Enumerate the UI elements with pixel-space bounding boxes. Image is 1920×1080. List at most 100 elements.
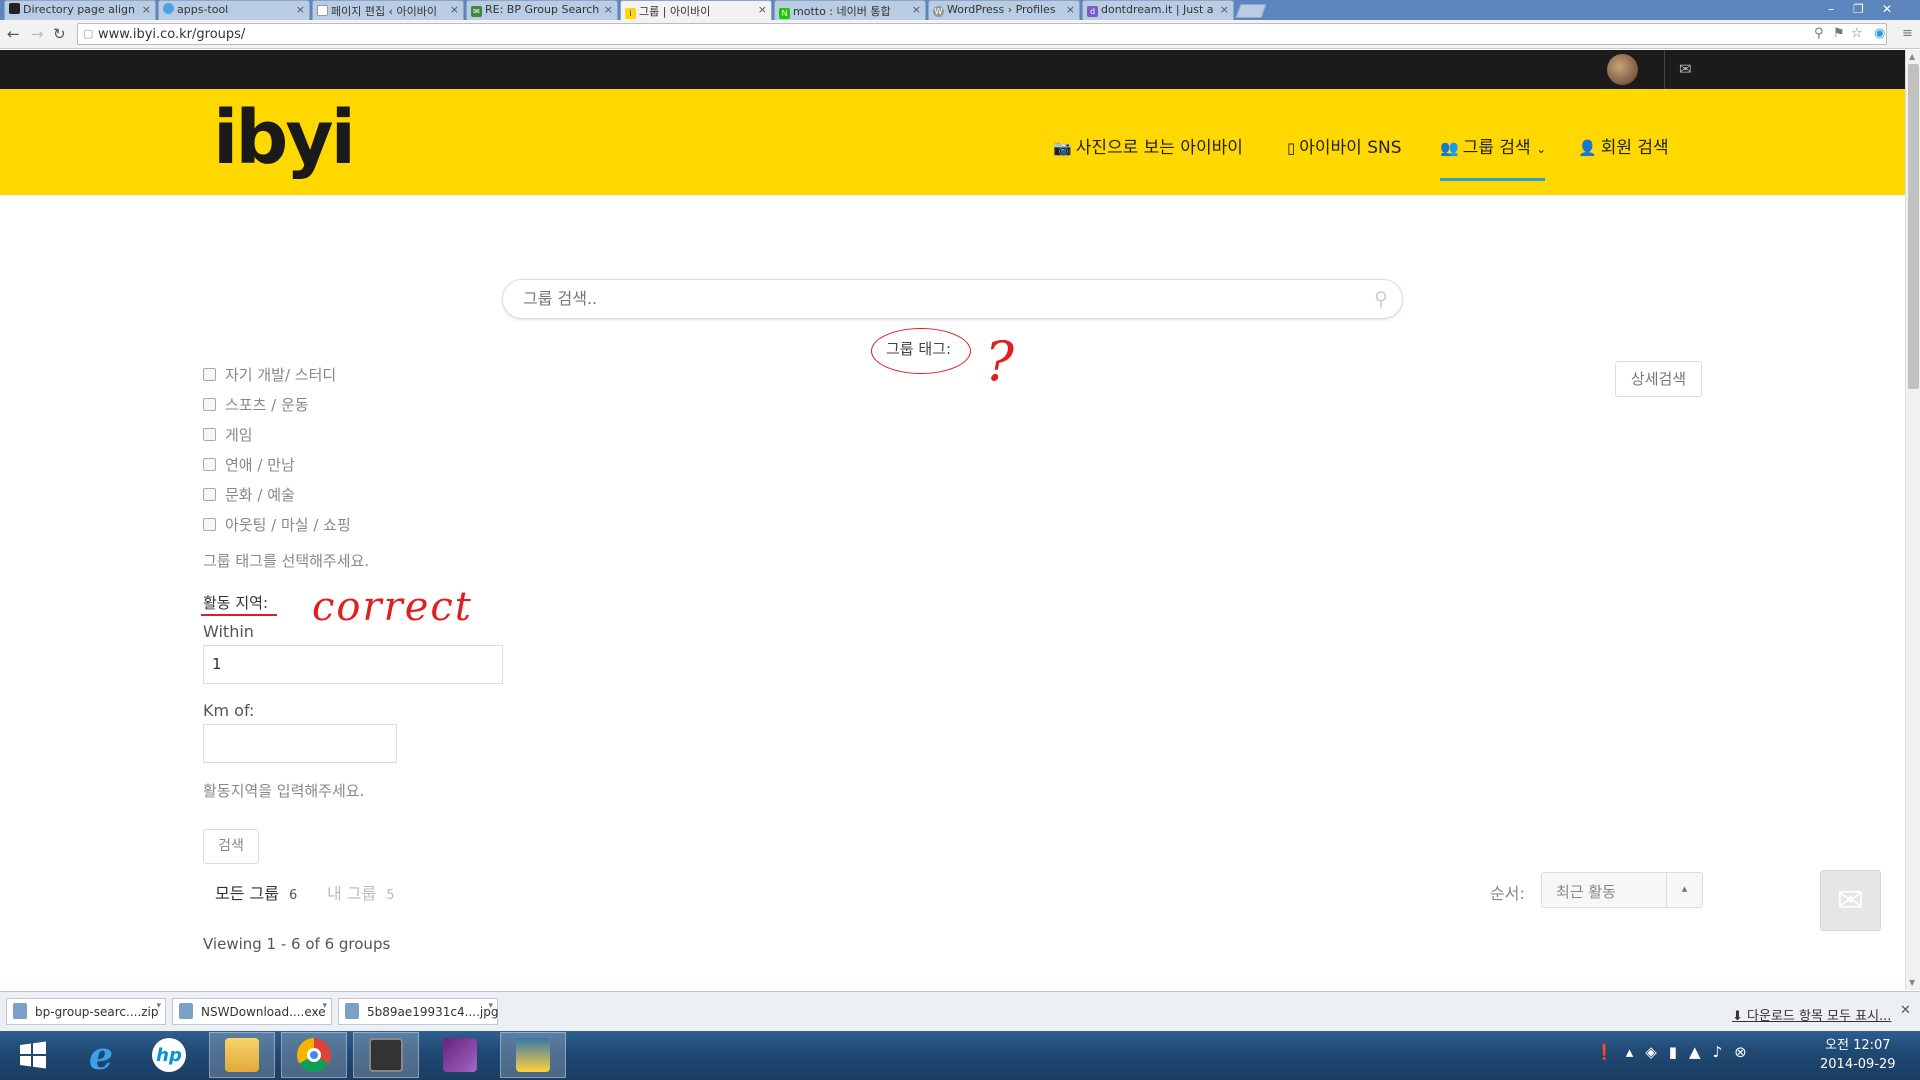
results-count: Viewing 1 - 6 of 6 groups [203,935,391,953]
active-nav-indicator [1440,178,1545,181]
close-icon[interactable]: × [142,3,151,16]
browser-tab-active[interactable]: i 그룹 | 아이바이 × [620,0,772,20]
internet-explorer-icon[interactable]: e [68,1032,134,1078]
close-icon[interactable]: × [296,3,305,16]
tag-checkbox[interactable]: 문화 / 예술 [203,484,295,505]
wordpress-icon: W [933,6,944,17]
nav-photos[interactable]: 📷 사진으로 보는 아이바이 [1053,133,1243,158]
within-label: Within [203,622,254,641]
close-icon[interactable]: ⊗ [1734,1043,1759,1061]
star-icon[interactable]: ☆ [1851,26,1863,41]
checkbox[interactable] [203,398,216,411]
browser-tab[interactable]: apps-tool × [158,0,310,20]
close-icon[interactable]: × [912,3,921,16]
floating-mail-button[interactable]: ✉ [1820,870,1881,931]
hp-icon[interactable]: hp [136,1032,202,1078]
close-window-icon[interactable]: ✕ [1882,2,1892,16]
menu-icon[interactable]: ≡ [1902,26,1913,41]
shield-icon[interactable]: ◈ [1645,1043,1669,1061]
checkbox[interactable] [203,518,216,531]
download-item[interactable]: bp-group-searc....zip ▾ [6,998,166,1025]
browser-tab-strip: Directory page align × apps-tool × 페이지 편집 … [0,0,1920,20]
download-item[interactable]: NSWDownload....exe ▾ [172,998,332,1025]
scroll-up-icon[interactable]: ▲ [1909,52,1915,61]
chevron-up-icon[interactable]: ▴ [1626,1043,1646,1061]
restore-icon[interactable]: ❐ [1853,2,1864,16]
download-icon: ⬇ [1732,1009,1748,1024]
chevron-down-icon[interactable]: ▾ [156,1001,161,1011]
search-icon[interactable]: ⚲ [1374,288,1388,310]
scroll-down-icon[interactable]: ▼ [1909,978,1915,987]
download-item[interactable]: 5b89ae19931c4....jpg ▾ [338,998,499,1025]
site-top-bar: ✉ [0,50,1905,89]
alert-icon[interactable]: ❗ [1595,1043,1626,1061]
km-field[interactable] [203,724,397,763]
page-scrollbar[interactable]: ▲ ▼ [1905,50,1920,990]
exe-file-icon [179,1003,193,1019]
app-icon[interactable] [353,1032,419,1078]
tab-all-groups[interactable]: 모든 그룹 6 [215,880,297,904]
zoom-icon[interactable]: ⚲ [1814,26,1824,41]
mail-icon[interactable]: ✉ [1679,60,1692,78]
browser-tab[interactable]: Directory page align × [4,0,156,20]
tab-my-groups[interactable]: 내 그룹 5 [327,880,395,904]
browser-tab[interactable]: d dontdream.it | Just a × [1082,0,1234,20]
tag-checkbox[interactable]: 아웃팅 / 마실 / 쇼핑 [203,514,351,535]
close-icon[interactable]: × [450,3,459,16]
browser-tab[interactable]: W WordPress › Profiles × [928,0,1080,20]
nav-member-search[interactable]: 👤 회원 검색 [1578,133,1669,158]
annotation-correct: correct [312,584,473,630]
search-button[interactable]: 검색 [203,829,259,864]
battery-icon[interactable]: ▮ [1669,1043,1689,1061]
checkbox[interactable] [203,368,216,381]
within-field[interactable]: 1 [203,645,503,684]
site-logo[interactable]: ibyi [213,95,356,181]
avatar[interactable] [1607,54,1638,85]
group-search-input[interactable] [523,289,1343,308]
url-field[interactable]: ▢ www.ibyi.co.kr/groups/ [77,23,1887,45]
system-tray[interactable]: ❗▴◈▮▲♪⊗ [1595,1043,1759,1061]
chrome-icon[interactable] [281,1032,347,1078]
browser-tab[interactable]: 페이지 편집 ‹ 아이바이 × [312,0,464,20]
annotation-underline [201,614,277,616]
close-icon[interactable]: × [1066,3,1075,16]
close-icon[interactable]: × [604,3,613,16]
close-icon[interactable]: × [758,3,767,16]
checkbox[interactable] [203,458,216,471]
advanced-search-button[interactable]: 상세검색 [1615,361,1702,397]
visual-studio-icon[interactable] [427,1032,493,1078]
new-tab-button[interactable] [1235,4,1267,18]
translate-icon[interactable]: ⚑ [1833,26,1845,41]
chevron-down-icon[interactable]: ▾ [322,1001,327,1011]
extension-icon[interactable]: ◉ [1874,26,1885,41]
nav-sns[interactable]: ▯ 아이바이 SNS [1287,133,1402,158]
minimize-icon[interactable]: – [1828,2,1834,16]
tag-checkbox[interactable]: 자기 개발/ 스터디 [203,364,336,385]
chevron-down-icon[interactable]: ▾ [488,1001,493,1011]
count-badge: 6 [288,888,298,903]
close-icon[interactable]: × [1220,3,1229,16]
forward-icon[interactable]: → [31,25,44,43]
order-select[interactable]: 최근 활동 ▴ [1541,872,1703,908]
tag-checkbox[interactable]: 스포츠 / 운동 [203,394,309,415]
clock[interactable]: 오전 12:07 2014-09-29 [1820,1036,1896,1074]
checkbox[interactable] [203,488,216,501]
browser-tab[interactable]: ✉ RE: BP Group Search × [466,0,618,20]
python-icon[interactable] [500,1032,566,1078]
volume-icon[interactable]: ♪ [1713,1043,1735,1061]
reload-icon[interactable]: ↻ [53,25,66,43]
tag-checkbox[interactable]: 연애 / 만남 [203,454,295,475]
network-icon[interactable]: ▲ [1689,1043,1713,1061]
scrollbar-thumb[interactable] [1908,64,1919,389]
file-explorer-icon[interactable] [209,1032,275,1078]
browser-tab[interactable]: Nmotto : 네이버 통합 × [774,0,926,20]
checkbox[interactable] [203,428,216,441]
dd-icon: d [1087,6,1098,17]
show-all-downloads-link[interactable]: ⬇ 다운로드 항목 모두 표시... [1732,1005,1891,1024]
windows-start-icon[interactable] [0,1032,66,1078]
nav-group-search[interactable]: 👥 그룹 검색 ⌄ [1440,133,1546,158]
tag-checkbox[interactable]: 게임 [203,424,253,445]
page-icon: ▢ [83,27,94,40]
back-icon[interactable]: ← [7,25,20,43]
close-icon[interactable]: ✕ [1900,1003,1911,1018]
